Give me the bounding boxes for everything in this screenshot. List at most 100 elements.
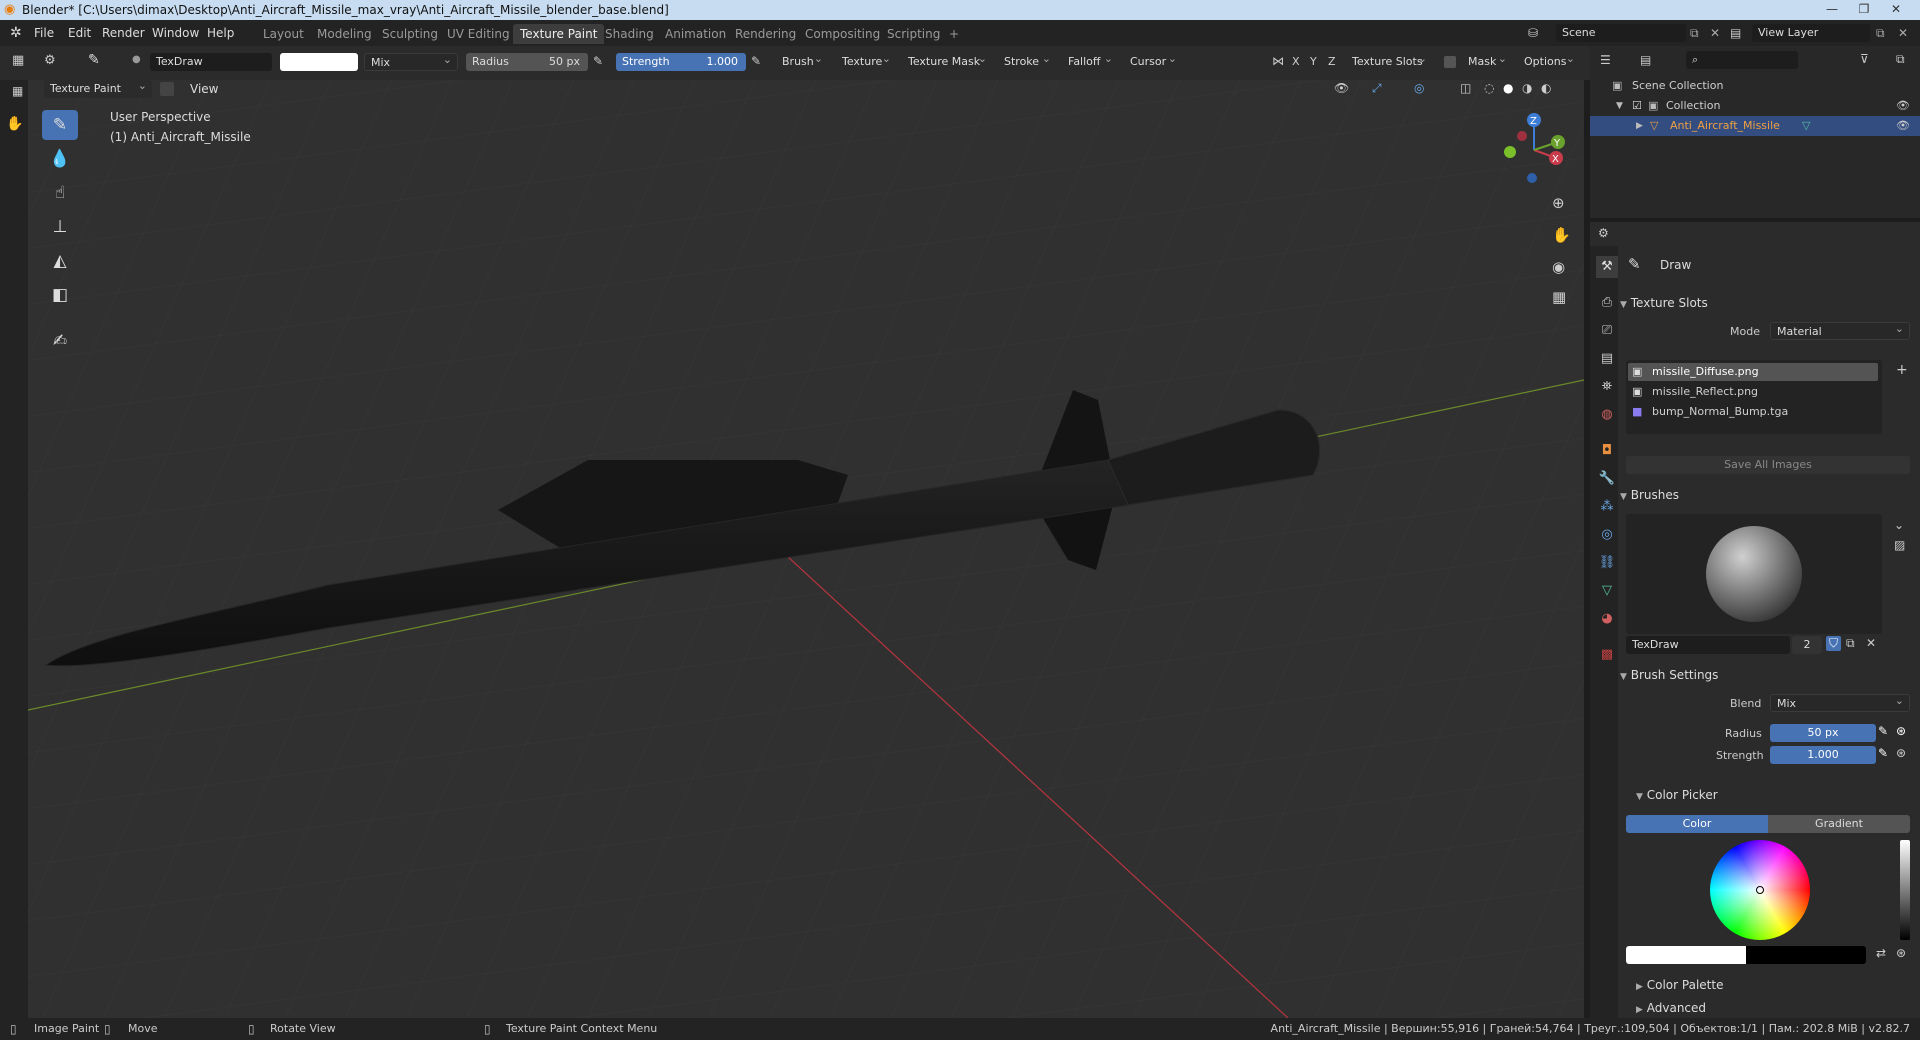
duplicate-brush-icon[interactable]: ⧉	[1846, 636, 1855, 651]
clone-tool-button[interactable]: ⊥	[42, 212, 78, 242]
outliner-scene-collection-row[interactable]: ▣ Scene Collection	[1590, 76, 1920, 96]
brush-color-swatch[interactable]	[280, 53, 358, 71]
hand-pan-icon[interactable]: ✋	[6, 116, 23, 132]
draw-tool-button[interactable]: ✎	[42, 110, 78, 140]
tab-sculpting[interactable]: Sculpting	[375, 24, 445, 44]
wireframe-shading-icon[interactable]: ◌	[1484, 81, 1494, 95]
blend-mode-dropdown[interactable]: Mix	[364, 53, 458, 71]
texture-slots-menu[interactable]: Texture Slots	[1346, 53, 1432, 71]
gradient-tab[interactable]: Gradient	[1768, 815, 1910, 833]
solid-shading-icon[interactable]: ●	[1503, 81, 1513, 95]
brush-image-icon[interactable]: ▨	[1894, 538, 1905, 552]
modifier-tab-icon[interactable]: 🔧	[1596, 468, 1618, 490]
object-tab-icon[interactable]: ◘	[1596, 440, 1618, 462]
menu-edit[interactable]: Edit	[68, 26, 91, 40]
collection-visibility-icon[interactable]: 👁	[1896, 96, 1910, 116]
color-wheel[interactable]	[1710, 840, 1810, 940]
color-tab[interactable]: Color	[1626, 815, 1768, 833]
primary-color-swatch[interactable]	[1626, 946, 1746, 964]
texture-menu[interactable]: Texture	[836, 53, 896, 71]
symmetry-y-toggle[interactable]: Y	[1310, 55, 1317, 68]
unlink-brush-icon[interactable]: ✕	[1866, 636, 1876, 650]
radius-unit-icon[interactable]: ⊛	[1896, 724, 1906, 738]
tab-animation[interactable]: Animation	[658, 24, 733, 44]
secondary-color-swatch[interactable]	[1746, 946, 1866, 964]
brush-settings-panel-header[interactable]: ▼ Brush Settings	[1620, 664, 1915, 686]
falloff-menu[interactable]: Falloff	[1062, 53, 1118, 71]
tab-compositing[interactable]: Compositing	[798, 24, 887, 44]
texture-slot-item[interactable]: ▣ missile_Reflect.png	[1628, 383, 1878, 401]
physics-tab-icon[interactable]: ◎	[1596, 524, 1618, 546]
color-picker-subpanel-header[interactable]: ▼ Color Picker	[1636, 784, 1920, 806]
color-unit-icon[interactable]: ⊛	[1896, 946, 1906, 960]
visibility-icon[interactable]: 👁	[1334, 81, 1349, 95]
expand-arrow-icon[interactable]: ▶	[1636, 116, 1643, 136]
menu-file[interactable]: File	[34, 26, 54, 40]
gizmo-toggle-icon[interactable]: ⤢	[1372, 81, 1382, 96]
view-layer-tab-icon[interactable]: ▤	[1596, 348, 1618, 370]
save-all-images-button[interactable]: Save All Images	[1626, 456, 1910, 474]
mask-tool-button[interactable]: ◧	[42, 280, 78, 310]
texture-tab-icon[interactable]: ▩	[1596, 644, 1618, 666]
xray-toggle-icon[interactable]: ◫	[1460, 81, 1471, 95]
texture-slot-item[interactable]: ▣ missile_Diffuse.png	[1628, 363, 1878, 381]
brush-user-count[interactable]: 2	[1792, 636, 1822, 654]
strength-unit-icon[interactable]: ⊛	[1896, 746, 1906, 760]
outliner-filter-icon[interactable]: ⊽	[1860, 52, 1869, 66]
new-view-layer-icon[interactable]: ⧉	[1876, 26, 1885, 41]
smear-tool-button[interactable]: ☝	[42, 178, 78, 208]
navigation-gizmo[interactable]: Z X Y	[1494, 110, 1574, 190]
data-tab-icon[interactable]: ▽	[1596, 580, 1618, 602]
constraints-tab-icon[interactable]: ⛓	[1596, 552, 1618, 574]
menu-render[interactable]: Render	[102, 26, 145, 40]
rendered-shading-icon[interactable]: ◐	[1541, 81, 1551, 95]
symmetry-z-toggle[interactable]: Z	[1328, 55, 1336, 68]
menu-window[interactable]: Window	[152, 26, 199, 40]
outliner-editor-icon[interactable]: ☰	[1600, 53, 1611, 67]
strength-pressure-icon[interactable]: ✎	[751, 54, 761, 68]
swap-colors-icon[interactable]: ⇄	[1876, 946, 1886, 960]
brush-strength-slider[interactable]: 1.000	[1770, 746, 1876, 764]
collapse-arrow-icon[interactable]: ▼	[1616, 96, 1623, 116]
world-tab-icon[interactable]: ◍	[1596, 404, 1618, 426]
tab-modeling[interactable]: Modeling	[310, 24, 379, 44]
texture-slot-item[interactable]: ■ bump_Normal_Bump.tga	[1628, 403, 1878, 421]
annotate-tool-button[interactable]: ✍	[42, 326, 78, 356]
tab-shading[interactable]: Shading	[598, 24, 661, 44]
view-menu[interactable]: View	[190, 82, 218, 96]
radius-slider[interactable]: Radius 50 px	[466, 53, 588, 71]
texture-mask-menu[interactable]: Texture Mask	[902, 53, 992, 71]
tab-rendering[interactable]: Rendering	[728, 24, 803, 44]
tab-texture-paint[interactable]: Texture Paint	[513, 24, 605, 44]
brush-radius-slider[interactable]: 50 px	[1770, 724, 1876, 742]
particles-tab-icon[interactable]: ⁂	[1596, 496, 1618, 518]
outliner-collection-row[interactable]: ▼ ☑ ▣ Collection 👁	[1590, 96, 1920, 116]
output-tab-icon[interactable]: ⎚	[1596, 320, 1618, 342]
strength-slider[interactable]: Strength 1.000	[616, 53, 746, 71]
collection-checkbox-icon[interactable]: ☑	[1632, 96, 1642, 116]
tab-scripting[interactable]: Scripting	[880, 24, 947, 44]
brush-datablock-name[interactable]: TexDraw	[1626, 636, 1790, 654]
outliner-search-input[interactable]: ⌕	[1686, 51, 1798, 69]
close-window-button[interactable]: ✕	[1882, 0, 1910, 18]
ortho-toggle-icon[interactable]: ▦	[1552, 288, 1566, 306]
fake-user-shield-icon[interactable]: ⛉	[1826, 636, 1842, 651]
outliner-display-mode-icon[interactable]: ▤	[1640, 53, 1651, 67]
soften-tool-button[interactable]: 💧	[42, 144, 78, 174]
add-workspace-button[interactable]: +	[942, 24, 966, 44]
advanced-subpanel-header[interactable]: ▶ Advanced	[1636, 998, 1920, 1018]
brush-name-field[interactable]: TexDraw	[150, 53, 272, 71]
new-collection-icon[interactable]: ⧉	[1896, 52, 1905, 67]
fill-tool-button[interactable]: ◭	[42, 246, 78, 276]
mask-checkbox[interactable]	[1444, 56, 1456, 68]
mode-dropdown[interactable]: Texture Paint	[44, 80, 152, 98]
properties-editor-icon[interactable]: ⚙	[1598, 226, 1609, 240]
zoom-icon[interactable]: ⊕	[1552, 194, 1565, 212]
scene-selector[interactable]: Scene	[1556, 24, 1686, 42]
brush-menu[interactable]: Brush	[776, 53, 828, 71]
tool-settings-icon[interactable]: ⚙	[44, 53, 56, 68]
brush-blend-dropdown[interactable]: Mix	[1770, 694, 1910, 712]
brush-list-expand-icon[interactable]: ⌄	[1894, 518, 1904, 532]
material-tab-icon[interactable]: ◕	[1596, 608, 1618, 630]
texture-slots-panel-header[interactable]: ▼ Texture Slots	[1620, 292, 1915, 314]
